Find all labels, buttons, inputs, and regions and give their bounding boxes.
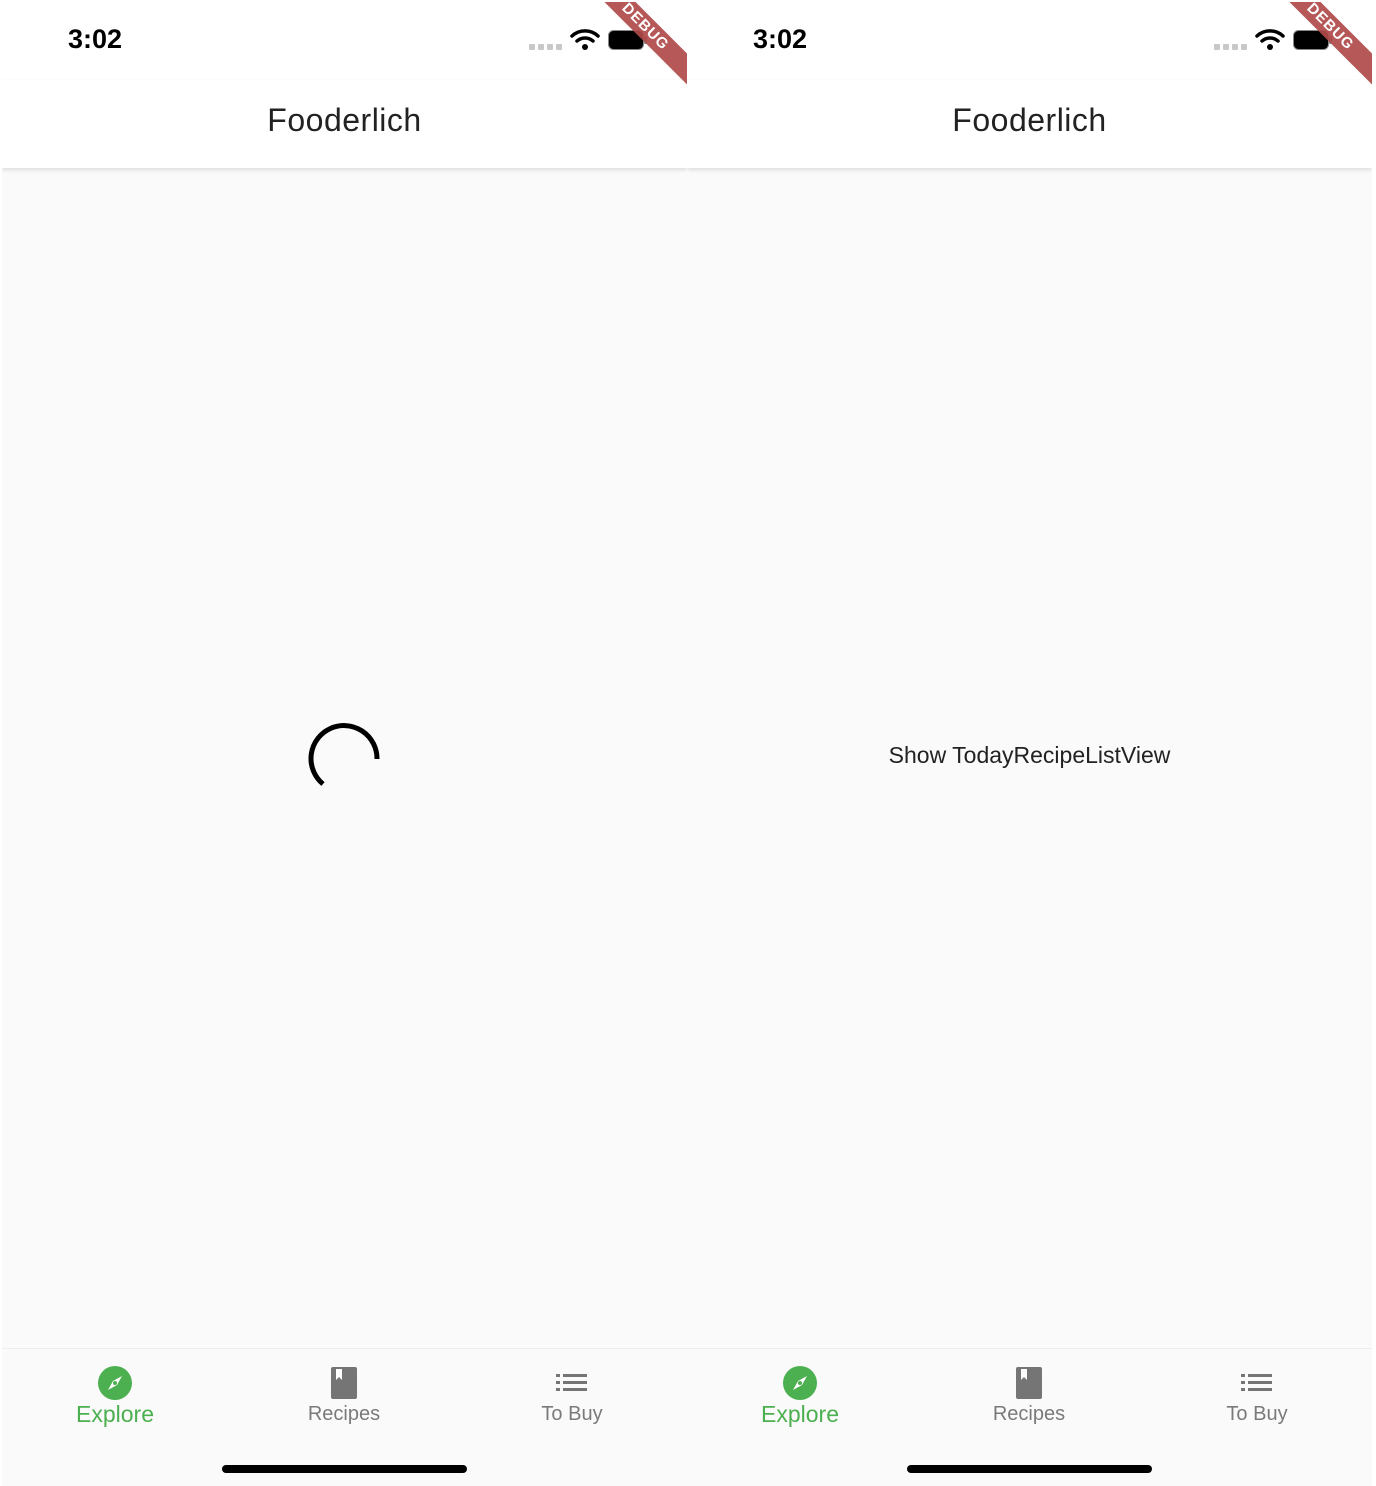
home-indicator[interactable]	[222, 1465, 467, 1473]
nav-item-explore[interactable]: Explore	[720, 1365, 880, 1428]
nav-label-recipes: Recipes	[992, 1403, 1066, 1425]
nav-label-recipes: Recipes	[307, 1403, 381, 1425]
nav-label-explore: Explore	[761, 1401, 839, 1427]
nav-item-to-buy[interactable]: To Buy	[492, 1365, 652, 1426]
loading-spinner	[308, 723, 380, 786]
wifi-icon	[1255, 29, 1285, 50]
compass-icon	[783, 1366, 817, 1400]
signal-icon	[1214, 44, 1247, 50]
wifi-icon	[570, 29, 600, 50]
compass-icon	[98, 1366, 132, 1400]
list-icon	[556, 1374, 587, 1391]
nav-item-explore[interactable]: Explore	[35, 1365, 195, 1428]
status-time: 3:02	[753, 24, 808, 54]
status-bar: 3:02	[2, 2, 687, 80]
book-icon	[1016, 1367, 1042, 1399]
app-bar: Fooderlich	[2, 80, 687, 168]
signal-icon	[529, 44, 562, 50]
nav-label-explore: Explore	[76, 1401, 154, 1427]
body-placeholder-text: Show TodayRecipeListView	[888, 742, 1171, 768]
app-bar: Fooderlich	[687, 80, 1372, 168]
nav-item-recipes[interactable]: Recipes	[949, 1365, 1109, 1426]
status-bar: 3:02	[687, 2, 1372, 80]
list-icon	[1241, 1374, 1272, 1391]
book-icon	[331, 1367, 357, 1399]
phone-screen-loading: 3:02 DEBUG Fooderlich Explore Recipes To…	[2, 2, 687, 1486]
nav-item-recipes[interactable]: Recipes	[264, 1365, 424, 1426]
home-indicator[interactable]	[907, 1465, 1152, 1473]
nav-label-to-buy: To Buy	[541, 1403, 603, 1425]
phone-screen-loaded: 3:02 DEBUG Fooderlich Show TodayRecipeLi…	[687, 2, 1372, 1486]
nav-label-to-buy: To Buy	[1226, 1403, 1288, 1425]
nav-item-to-buy[interactable]: To Buy	[1177, 1365, 1337, 1426]
status-time: 3:02	[68, 24, 123, 54]
app-title: Fooderlich	[952, 102, 1107, 138]
app-title: Fooderlich	[267, 102, 422, 138]
